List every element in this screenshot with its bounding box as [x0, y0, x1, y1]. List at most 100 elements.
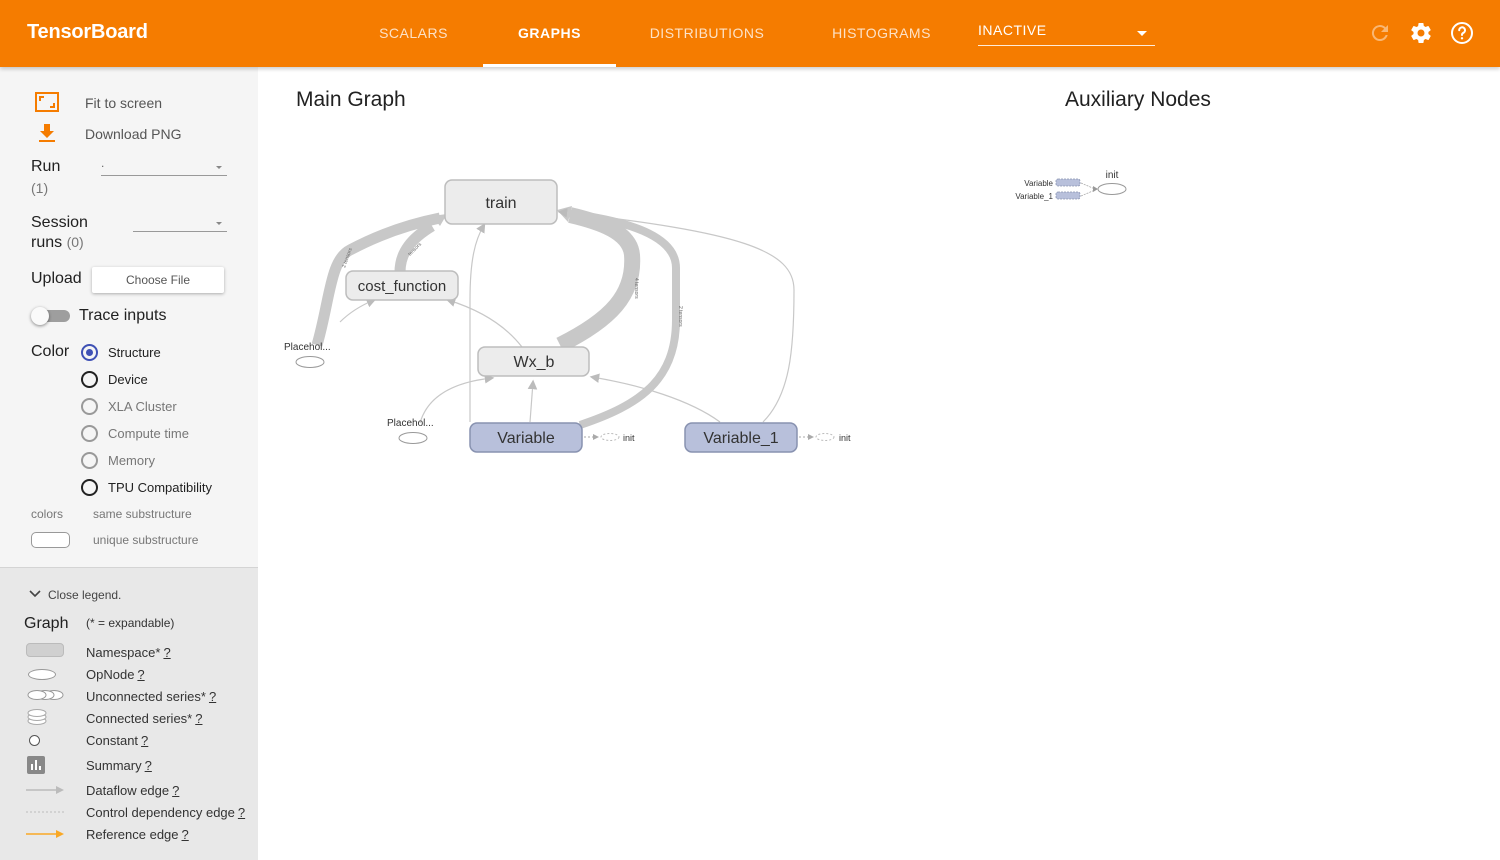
aux-variable-1-label: Variable_1: [1015, 192, 1053, 201]
radio-xla-cluster-label: XLA Cluster: [108, 399, 177, 414]
edge-wxb-to-train: [556, 207, 641, 353]
tab-graphs[interactable]: GRAPHS: [483, 0, 616, 67]
session-runs-label-1: Session: [31, 214, 88, 231]
toggle-thumb: [31, 307, 49, 325]
node-variable-1-label: Variable_1: [703, 430, 778, 447]
tab-scalars[interactable]: SCALARS: [360, 0, 467, 67]
legend-summary: Summary?: [86, 758, 152, 773]
download-png-button[interactable]: Download PNG: [85, 126, 182, 142]
session-runs-label-2: runs: [31, 234, 63, 251]
session-runs-label: runs (0): [31, 234, 84, 252]
edge-label-3: 4 tensors: [633, 278, 639, 299]
legend-reference-edge: Reference edge?: [86, 827, 189, 842]
node-placeholder-2[interactable]: [398, 432, 428, 444]
legend-connected-series: Connected series*?: [86, 711, 202, 726]
radio-structure[interactable]: [81, 344, 98, 361]
radio-xla-cluster[interactable]: [81, 398, 98, 415]
same-substructure-label: same substructure: [93, 507, 192, 521]
app-title: TensorBoard: [27, 21, 148, 43]
legend-unconnected-label: Unconnected series*: [86, 689, 206, 704]
namespace-icon: [26, 643, 64, 657]
node-placeholder-1[interactable]: [295, 356, 325, 368]
control-dependency-edge-icon: [26, 811, 64, 813]
dataflow-edge-icon: [26, 786, 64, 794]
radio-compute-time-label: Compute time: [108, 426, 189, 441]
legend-reference-label: Reference edge: [86, 827, 179, 842]
radio-tpu-compatibility[interactable]: [81, 479, 98, 496]
legend-unconnected-help-link[interactable]: ?: [209, 689, 216, 704]
chevron-down-icon: [1137, 31, 1147, 36]
legend-constant-label: Constant: [86, 733, 139, 748]
radio-device-label: Device: [108, 372, 148, 387]
chevron-down-icon: [216, 222, 222, 225]
refresh-icon[interactable]: [1368, 21, 1392, 45]
sidebar: Fit to screen Download PNG Run (1) . Ses…: [0, 67, 258, 860]
legend-constant: Constant?: [86, 733, 148, 748]
radio-structure-label: Structure: [108, 345, 161, 360]
aux-edges: [1080, 182, 1096, 197]
run-label: Run: [31, 158, 61, 175]
legend-summary-help-link[interactable]: ?: [145, 758, 152, 773]
legend-control-dependency-edge: Control dependency edge?: [86, 805, 245, 820]
node-variable-label: Variable: [497, 430, 555, 447]
legend-connected-help-link[interactable]: ?: [195, 711, 202, 726]
run-select[interactable]: .: [101, 156, 227, 176]
choose-file-button[interactable]: Choose File: [92, 267, 224, 293]
graph-canvas[interactable]: 2 tensors tensors 4 tensors 2 tensors tr…: [258, 67, 1500, 860]
radio-device[interactable]: [81, 371, 98, 388]
graph-legend: Close legend. Graph (* = expandable) Nam…: [0, 567, 258, 860]
color-label: Color: [31, 343, 70, 360]
legend-namespace-help-link[interactable]: ?: [163, 645, 170, 660]
node-placeholder-2-label: Placehol...: [387, 418, 434, 429]
legend-dataflow-help-link[interactable]: ?: [172, 783, 179, 798]
node-init-1[interactable]: [600, 433, 620, 441]
legend-reference-help-link[interactable]: ?: [182, 827, 189, 842]
unique-substructure-label: unique substructure: [93, 533, 199, 547]
node-placeholder-1-label: Placehol...: [284, 342, 331, 353]
tab-distributions[interactable]: DISTRIBUTIONS: [635, 0, 779, 67]
node-init-1-label: init: [623, 433, 635, 443]
help-icon[interactable]: [1450, 21, 1474, 45]
aux-edge-arrow: [1093, 186, 1098, 192]
close-legend-button[interactable]: Close legend.: [48, 588, 121, 602]
edge-variable-to-wxb: [527, 379, 538, 423]
legend-control-help-link[interactable]: ?: [238, 805, 245, 820]
legend-constant-help-link[interactable]: ?: [141, 733, 148, 748]
node-wx-b-label: Wx_b: [514, 354, 555, 371]
aux-node-variable[interactable]: [1055, 178, 1081, 187]
legend-dataflow-label: Dataflow edge: [86, 783, 170, 798]
aux-node-init[interactable]: [1097, 183, 1127, 195]
inactive-dropdown-label: INACTIVE: [978, 22, 1047, 38]
legend-namespace-label: Namespace*: [86, 645, 161, 660]
radio-memory-label: Memory: [108, 453, 155, 468]
node-init-2[interactable]: [815, 433, 835, 441]
constant-icon: [29, 735, 40, 746]
legend-control-label: Control dependency edge: [86, 805, 235, 820]
aux-node-variable-1[interactable]: [1055, 191, 1081, 200]
chevron-down-icon[interactable]: [29, 590, 41, 598]
edge-wxb-to-cost: [445, 297, 523, 348]
top-app-bar: TensorBoard SCALARS GRAPHS DISTRIBUTIONS…: [0, 0, 1500, 67]
edge-placeholder-to-cost: [339, 298, 377, 323]
radio-compute-time[interactable]: [81, 425, 98, 442]
legend-opnode-help-link[interactable]: ?: [137, 667, 144, 682]
legend-opnode: OpNode?: [86, 667, 145, 682]
settings-icon[interactable]: [1409, 21, 1433, 45]
edge-label-4: 2 tensors: [677, 306, 683, 327]
legend-connected-label: Connected series*: [86, 711, 193, 726]
session-runs-select[interactable]: [133, 212, 227, 232]
radio-tpu-compatibility-label: TPU Compatibility: [108, 480, 213, 495]
reference-edge-icon: [26, 830, 64, 838]
radio-memory[interactable]: [81, 452, 98, 469]
edge-wxb-grad-to-train: [469, 222, 486, 345]
fit-to-screen-icon[interactable]: [35, 92, 59, 112]
opnode-icon: [28, 669, 56, 680]
inactive-plugins-dropdown[interactable]: INACTIVE: [978, 22, 1155, 46]
aux-variable-label: Variable: [1024, 179, 1053, 188]
upload-label: Upload: [31, 270, 82, 287]
tab-histograms[interactable]: HISTOGRAMS: [815, 0, 948, 67]
trace-inputs-toggle[interactable]: [31, 307, 70, 325]
download-icon[interactable]: [37, 123, 57, 143]
fit-to-screen-button[interactable]: Fit to screen: [85, 95, 162, 111]
node-train-label: train: [485, 195, 516, 212]
